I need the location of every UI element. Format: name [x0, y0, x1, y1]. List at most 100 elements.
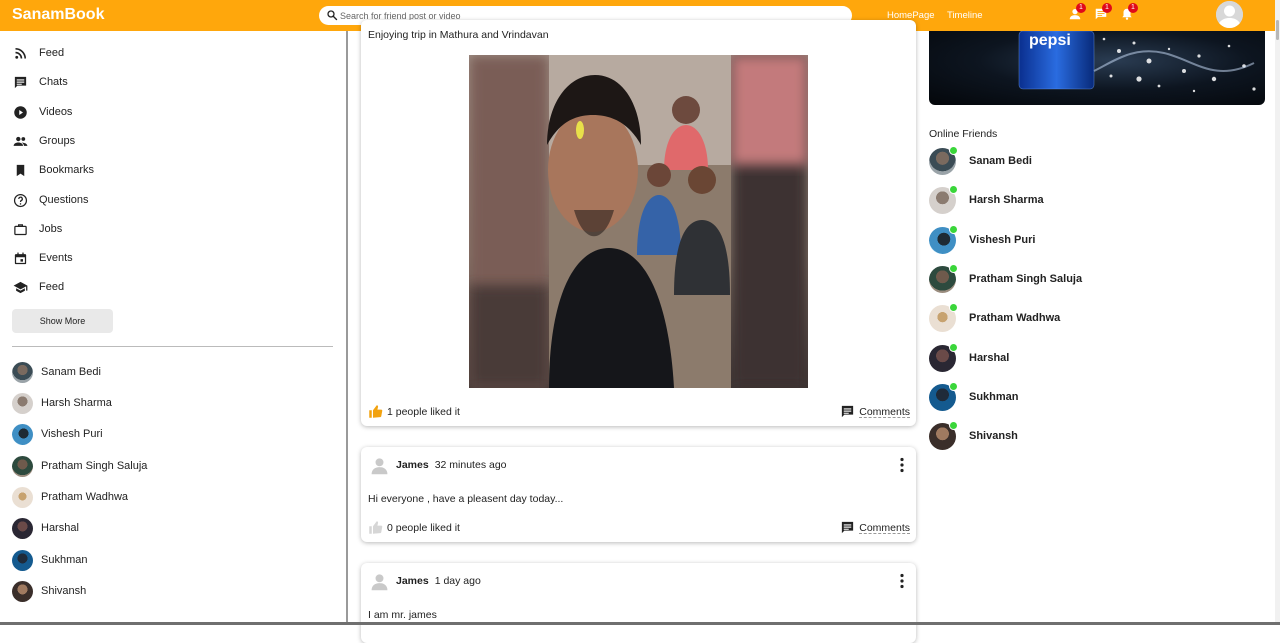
sidebar-friend[interactable]: Shivansh [12, 580, 86, 602]
post-author[interactable]: James [396, 459, 429, 471]
avatar [12, 392, 33, 414]
avatar [12, 486, 33, 508]
like-count: 0 people liked it [387, 521, 460, 534]
avatar [929, 381, 958, 411]
sidebar-item-videos[interactable]: Videos [13, 101, 72, 123]
post-card: James 1 day ago I am mr. james [361, 563, 916, 643]
sidebar-item-bookmarks[interactable]: Bookmarks [13, 159, 94, 181]
more-vert-icon[interactable] [897, 573, 907, 589]
online-friend[interactable]: Harsh Sharma [929, 184, 1044, 214]
avatar [929, 145, 958, 175]
online-friend[interactable]: Pratham Singh Saluja [929, 263, 1082, 293]
friend-name: Sukhman [41, 554, 88, 566]
avatar [12, 423, 33, 445]
notifications-button[interactable]: 1 [1120, 3, 1138, 23]
avatar [929, 342, 958, 372]
friend-name: Shivansh [41, 585, 87, 597]
online-friend-name: Harshal [969, 352, 1010, 364]
post-photo [469, 55, 808, 388]
post-text: Hi everyone , have a pleasent day today.… [368, 493, 564, 505]
sidebar-friend[interactable]: Harshal [12, 517, 79, 539]
timeline-link[interactable]: Timeline [947, 10, 983, 21]
notifications-badge: 1 [1128, 3, 1138, 13]
post-header: James 1 day ago [370, 571, 481, 591]
scrollbar-thumb[interactable] [1276, 20, 1279, 40]
online-status-dot [949, 342, 958, 352]
avatar [12, 517, 33, 539]
sidebar-item-feed[interactable]: Feed [13, 42, 64, 64]
post-author[interactable]: James [396, 575, 429, 587]
default-user-icon[interactable] [370, 456, 389, 475]
sidebar-item-chats[interactable]: Chats [13, 71, 68, 93]
ad-brand-text: pepsi [1029, 32, 1071, 49]
default-user-icon[interactable] [370, 572, 389, 591]
sidebar-friend[interactable]: Harsh Sharma [12, 392, 112, 414]
page-scrollbar[interactable] [1275, 0, 1280, 625]
sidebar-item-groups[interactable]: Groups [13, 130, 75, 152]
play-circle-icon [13, 105, 28, 120]
online-friend[interactable]: Shivansh [929, 420, 1018, 450]
online-friend-name: Shivansh [969, 430, 1018, 442]
messages-badge: 1 [1102, 3, 1112, 13]
avatar [929, 302, 958, 332]
friend-requests-button[interactable]: 1 [1068, 3, 1086, 23]
show-more-button[interactable]: Show More [12, 309, 113, 333]
friend-name: Sanam Bedi [41, 366, 101, 378]
comments-link[interactable]: Comments [840, 404, 910, 419]
advertisement-banner[interactable]: pepsi [929, 31, 1265, 105]
messages-button[interactable]: 1 [1094, 3, 1112, 23]
comments-label: Comments [859, 521, 910, 534]
sidebar-item-label: Events [39, 252, 73, 264]
comments-link[interactable]: Comments [840, 520, 910, 535]
comment-icon [842, 405, 854, 418]
online-status-dot [949, 302, 958, 312]
sidebar-divider [12, 346, 333, 347]
online-friend-name: Vishesh Puri [969, 234, 1036, 246]
online-friend-name: Sukhman [969, 391, 1019, 403]
app-logo[interactable]: SanamBook [12, 6, 104, 24]
avatar [12, 361, 33, 383]
sidebar-item-feed-2[interactable]: Feed [13, 276, 64, 298]
sidebar-friend[interactable]: Pratham Singh Saluja [12, 455, 147, 477]
more-vert-icon[interactable] [897, 457, 907, 473]
sidebar-friend[interactable]: Sukhman [12, 549, 87, 571]
friend-name: Harshal [41, 522, 79, 534]
online-friend[interactable]: Vishesh Puri [929, 224, 1036, 254]
sidebar-friend[interactable]: Vishesh Puri [12, 423, 103, 445]
thumbs-up-icon[interactable] [368, 404, 383, 419]
sidebar-item-questions[interactable]: Questions [13, 189, 89, 211]
post-image[interactable] [469, 55, 808, 388]
thumbs-up-icon[interactable] [368, 520, 383, 535]
online-friend[interactable]: Pratham Wadhwa [929, 302, 1060, 332]
online-friend-name: Harsh Sharma [969, 194, 1044, 206]
sidebar-item-label: Feed [39, 47, 65, 59]
avatar [12, 455, 33, 477]
pepsi-ad-image: pepsi [929, 31, 1265, 105]
online-friend[interactable]: Sukhman [929, 381, 1019, 411]
online-friend[interactable]: Sanam Bedi [929, 145, 1032, 175]
online-status-dot [949, 381, 958, 391]
sidebar-friend[interactable]: Pratham Wadhwa [12, 486, 128, 508]
sidebar-item-jobs[interactable]: Jobs [13, 218, 62, 240]
profile-avatar[interactable] [1216, 1, 1243, 28]
like-row: 1 people liked it [368, 404, 460, 419]
online-status-dot [949, 224, 958, 234]
group-icon [13, 134, 28, 149]
friend-name: Harsh Sharma [41, 397, 112, 409]
avatar [929, 420, 958, 450]
sidebar-item-label: Questions [39, 194, 89, 206]
briefcase-icon [13, 222, 28, 237]
online-friend[interactable]: Harshal [929, 342, 1010, 372]
avatar [929, 263, 958, 293]
default-user-icon [1216, 1, 1243, 28]
comments-label: Comments [859, 405, 910, 418]
school-icon [13, 280, 28, 295]
sidebar-friend[interactable]: Sanam Bedi [12, 361, 101, 383]
post-header: James 32 minutes ago [370, 455, 507, 475]
sidebar-item-label: Chats [39, 76, 68, 88]
avatar [929, 224, 958, 254]
sidebar-item-events[interactable]: Events [13, 247, 73, 269]
friend-name: Vishesh Puri [41, 428, 103, 440]
sidebar-divider-vertical [346, 31, 348, 625]
post-time: 32 minutes ago [434, 459, 507, 471]
